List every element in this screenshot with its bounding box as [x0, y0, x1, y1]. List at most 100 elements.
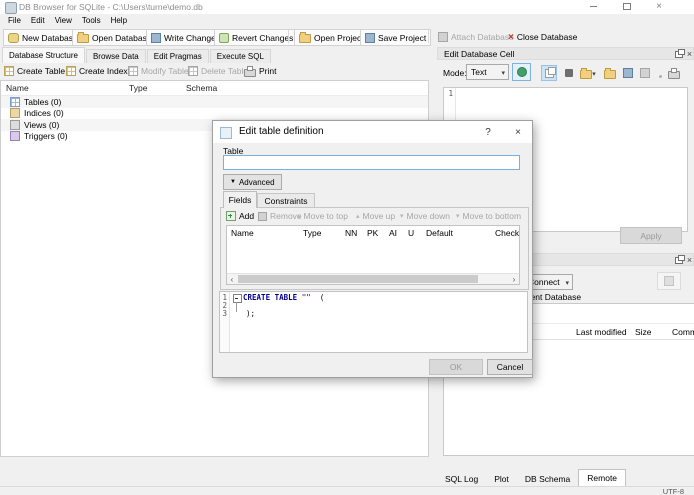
- save-project-icon: [365, 32, 375, 43]
- null-button[interactable]: [561, 65, 577, 81]
- sql-line-1: CREATE TABLE "" (: [243, 293, 325, 302]
- revert-changes-button[interactable]: Revert Changes: [214, 29, 299, 46]
- tab-database-structure[interactable]: Database Structure: [2, 47, 85, 63]
- chevron-down-icon: [592, 68, 596, 78]
- scrollbar-thumb[interactable]: [238, 275, 478, 283]
- dialog-tab-fields[interactable]: Fields: [223, 191, 257, 208]
- open-database-icon: [77, 32, 89, 43]
- window-title: DB Browser for SQLite - C:\Users\turne\d…: [19, 2, 203, 12]
- close-dock-icon[interactable]: [684, 49, 694, 60]
- close-database-icon: [508, 32, 514, 42]
- export-button[interactable]: [602, 65, 618, 81]
- tab-browse-data[interactable]: Browse Data: [85, 49, 146, 63]
- fields-horizontal-scrollbar[interactable]: ‹ ›: [227, 273, 519, 284]
- fields-column-u[interactable]: U: [408, 228, 414, 238]
- sql-preview-editor[interactable]: 1 2 3 CREATE TABLE "" ( );: [219, 291, 528, 353]
- menu-bar: File Edit View Tools Help: [0, 14, 694, 26]
- auto-apply-button[interactable]: [512, 63, 531, 81]
- mode-select[interactable]: Text: [466, 64, 509, 80]
- views-icon: [10, 119, 20, 130]
- print-button[interactable]: Print: [244, 64, 276, 78]
- create-index-button[interactable]: Create Index: [66, 64, 128, 78]
- close-dock-icon[interactable]: [684, 255, 694, 266]
- indices-icon: [10, 108, 20, 119]
- menu-file[interactable]: File: [3, 16, 26, 25]
- tree-item-indices[interactable]: Indices (0): [1, 108, 428, 120]
- create-table-button[interactable]: Create Table: [4, 64, 65, 78]
- modify-table-icon: [128, 66, 138, 76]
- tree-column-name[interactable]: Name: [6, 83, 29, 93]
- print-cell-icon: [668, 67, 680, 79]
- tree-item-tables[interactable]: Tables (0): [1, 96, 428, 108]
- new-database-button[interactable]: New Database: [3, 29, 83, 46]
- menu-tools[interactable]: Tools: [77, 16, 106, 25]
- remove-icon: [258, 211, 267, 221]
- sql-line-3: );: [246, 309, 256, 318]
- tree-column-schema[interactable]: Schema: [186, 83, 217, 93]
- remote-column-size[interactable]: Size: [635, 327, 652, 337]
- open-project-button[interactable]: Open Project: [294, 29, 369, 46]
- tree-column-type[interactable]: Type: [129, 83, 147, 93]
- delete-table-icon: [188, 66, 198, 76]
- copy-cell-button[interactable]: [637, 65, 653, 81]
- ok-button: OK: [429, 359, 483, 375]
- print-icon: [244, 65, 256, 77]
- fields-column-name[interactable]: Name: [231, 228, 254, 238]
- fields-column-type[interactable]: Type: [303, 228, 321, 238]
- menu-view[interactable]: View: [50, 16, 77, 25]
- main-tab-bar: Database Structure Browse Data Edit Prag…: [2, 47, 272, 63]
- null-icon: [565, 69, 573, 77]
- dialog-tab-constraints[interactable]: Constraints: [257, 193, 315, 208]
- auto-apply-icon: [516, 67, 527, 77]
- cancel-button[interactable]: Cancel: [487, 359, 533, 375]
- fields-column-default[interactable]: Default: [426, 228, 453, 238]
- scroll-left-icon[interactable]: ‹: [227, 274, 237, 284]
- create-table-icon: [4, 66, 14, 76]
- advanced-toggle-button[interactable]: Advanced: [223, 174, 282, 190]
- import-button[interactable]: [580, 65, 596, 81]
- minimize-button[interactable]: [584, 0, 602, 13]
- save-cell-button[interactable]: [620, 65, 636, 81]
- table-name-input[interactable]: [223, 155, 520, 170]
- print-cell-button[interactable]: [666, 65, 682, 81]
- float-dock-icon[interactable]: [673, 255, 685, 266]
- fold-marker-icon[interactable]: [233, 294, 242, 303]
- dock-tab-bar: SQL Log Plot DB Schema Remote: [437, 469, 627, 487]
- schema-tree-header: Name Type Schema: [1, 81, 428, 96]
- tab-execute-sql[interactable]: Execute SQL: [209, 49, 271, 63]
- fields-column-check[interactable]: Check: [495, 228, 519, 238]
- fields-column-pk[interactable]: PK: [367, 228, 378, 238]
- import-icon: [580, 67, 593, 79]
- remote-settings-icon: [664, 276, 674, 286]
- menu-help[interactable]: Help: [106, 16, 132, 25]
- tab-edit-pragmas[interactable]: Edit Pragmas: [146, 49, 209, 63]
- remote-column-last-modified[interactable]: Last modified: [576, 327, 627, 337]
- fields-column-ai[interactable]: AI: [389, 228, 397, 238]
- close-database-button[interactable]: Close Database: [504, 29, 581, 44]
- tables-icon: [10, 96, 20, 107]
- text-mode-toggle[interactable]: [541, 65, 557, 81]
- fields-column-nn[interactable]: NN: [345, 228, 357, 238]
- remote-column-commit[interactable]: Commit: [672, 327, 694, 337]
- dialog-close-button[interactable]: ×: [509, 124, 527, 140]
- add-field-button[interactable]: Add: [226, 210, 254, 222]
- dialog-icon: [220, 127, 232, 139]
- scroll-right-icon[interactable]: ›: [509, 274, 519, 284]
- menu-edit[interactable]: Edit: [26, 16, 50, 25]
- dialog-help-button[interactable]: ?: [479, 124, 497, 140]
- move-to-top-button: ▴ Move to top: [297, 211, 348, 221]
- remove-field-button: Remove: [258, 210, 302, 222]
- tab-plot[interactable]: Plot: [486, 472, 517, 487]
- tab-remote[interactable]: Remote: [578, 469, 627, 487]
- title-bar: DB Browser for SQLite - C:\Users\turne\d…: [0, 0, 694, 14]
- tab-sql-log[interactable]: SQL Log: [437, 472, 486, 487]
- close-button[interactable]: [650, 0, 668, 13]
- tab-db-schema[interactable]: DB Schema: [517, 472, 578, 487]
- maximize-button[interactable]: [618, 0, 636, 13]
- toolbar-separator: [288, 30, 289, 43]
- float-dock-icon[interactable]: [673, 49, 685, 60]
- dialog-title: Edit table definition: [239, 126, 324, 137]
- chevron-down-icon: [565, 277, 569, 287]
- status-bar: UTF-8: [0, 486, 694, 495]
- save-project-button[interactable]: Save Project: [360, 29, 432, 46]
